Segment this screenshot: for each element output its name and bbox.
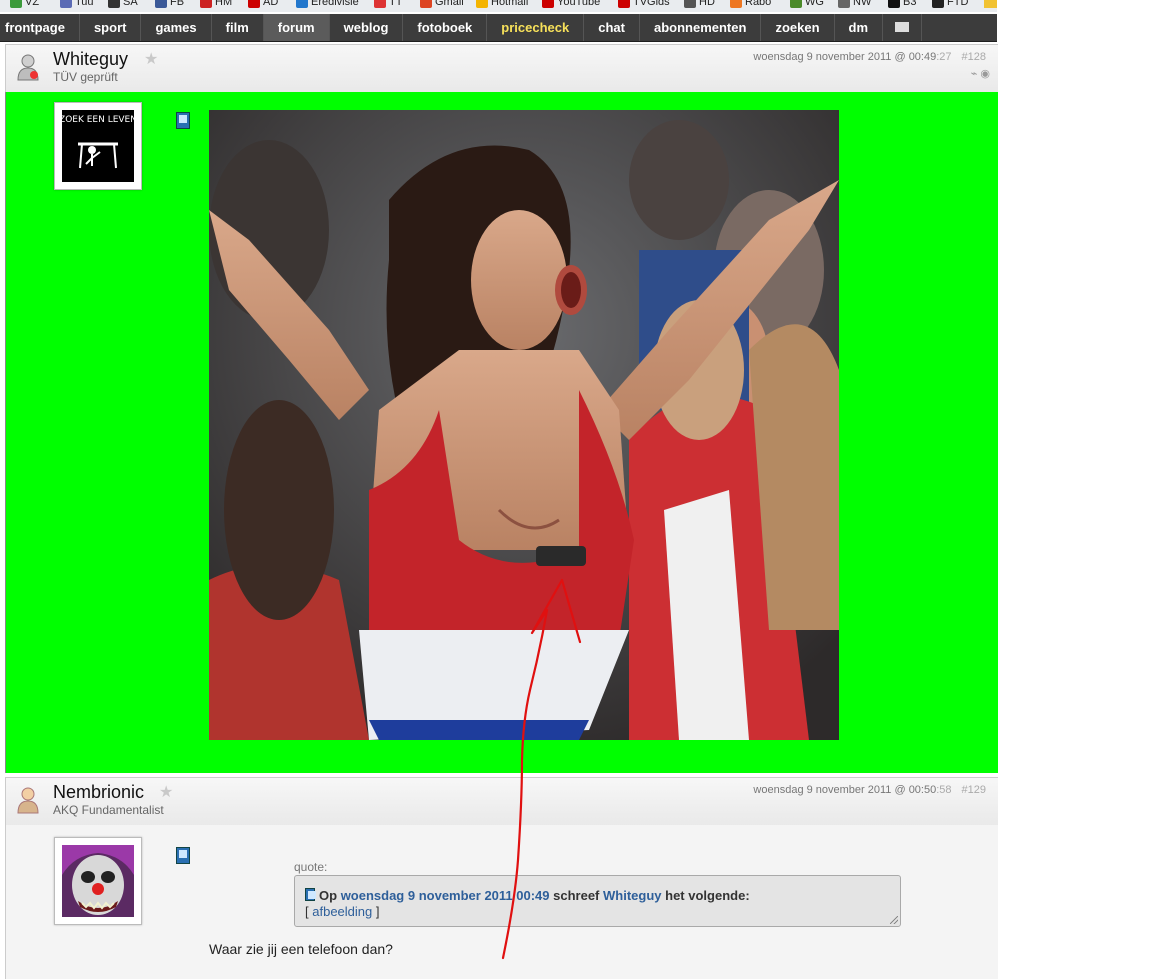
bookmark-item[interactable]: Tuu xyxy=(60,0,94,10)
tab-zoeken[interactable]: zoeken xyxy=(761,14,835,41)
vz-icon xyxy=(10,0,22,8)
avatar[interactable] xyxy=(54,837,142,925)
bookmark-item[interactable]: TVGids xyxy=(618,0,670,10)
bookmark-item[interactable]: Rabo xyxy=(730,0,771,10)
resize-grip-icon[interactable] xyxy=(890,916,898,924)
tab-fotoboek[interactable]: fotoboek xyxy=(403,14,488,41)
post-header: Whiteguy ★ TÜV geprüft woensdag 9 novemb… xyxy=(5,44,998,93)
bookmark-item[interactable]: Gmail xyxy=(420,0,464,10)
bookmark-item[interactable]: WG xyxy=(790,0,824,10)
tab-pricecheck[interactable]: pricecheck xyxy=(487,14,585,41)
avatar[interactable]: ZOEK EEN LEVEN xyxy=(54,102,142,190)
quote-label: quote: xyxy=(294,860,328,874)
tuu-icon xyxy=(60,0,72,8)
image-link[interactable]: afbeelding xyxy=(312,904,372,919)
post-number[interactable]: #128 xyxy=(962,51,986,63)
sa-icon xyxy=(108,0,120,8)
ad-icon xyxy=(248,0,260,8)
bookmark-item[interactable]: NW xyxy=(838,0,871,10)
bookmark-folder-icon[interactable] xyxy=(984,0,997,8)
avatar-image: ZOEK EEN LEVEN xyxy=(59,110,137,182)
facebook-icon xyxy=(155,0,167,8)
bookmark-item[interactable]: YouTube xyxy=(542,0,600,10)
user-title: TÜV geprüft xyxy=(53,70,118,84)
star-icon[interactable]: ★ xyxy=(159,782,173,802)
post-header: Nembrionic ★ AKQ Fundamentalist woensdag… xyxy=(5,777,998,826)
bookmark-item[interactable]: Eredivisie xyxy=(296,0,359,10)
post-actions: ⌁ ◉ xyxy=(971,67,990,80)
report-icon[interactable]: ◉ xyxy=(980,68,990,80)
quote-header: Op woensdag 9 november 2011 00:49 schree… xyxy=(305,887,750,903)
tab-abonnementen[interactable]: abonnementen xyxy=(640,14,762,41)
bookmark-item[interactable]: VZ xyxy=(10,0,39,10)
envelope-icon xyxy=(895,22,910,32)
ftd-icon xyxy=(932,0,944,8)
main-nav: frontpage sport games film forum weblog … xyxy=(0,14,997,42)
tab-frontpage[interactable]: frontpage xyxy=(0,14,80,41)
tt-icon xyxy=(374,0,386,8)
user-online-icon xyxy=(17,787,39,814)
bookmark-item[interactable]: HM xyxy=(200,0,232,10)
bookmark-item[interactable]: FTD xyxy=(932,0,968,10)
bookmark-item[interactable]: FB xyxy=(155,0,184,10)
quote-icon[interactable]: ⌁ xyxy=(971,68,978,80)
mobile-icon xyxy=(176,112,190,129)
post-date: woensdag 9 november 2011 @ 00:49:27 #128 xyxy=(753,51,986,63)
post-date: woensdag 9 november 2011 @ 00:50:58 #129 xyxy=(753,784,986,796)
nw-icon xyxy=(838,0,850,8)
youtube-icon xyxy=(542,0,554,8)
tab-dm[interactable]: dm xyxy=(835,14,884,41)
quote-date-link[interactable]: woensdag 9 november 2011 00:49 xyxy=(341,888,550,903)
bookmark-item[interactable]: SA xyxy=(108,0,138,10)
bookmark-item[interactable]: B3 xyxy=(888,0,916,10)
user-title: AKQ Fundamentalist xyxy=(53,803,164,817)
hotmail-icon xyxy=(476,0,488,8)
quote-content: [ afbeelding ] xyxy=(305,904,380,919)
b3-icon xyxy=(888,0,900,8)
rabo-icon xyxy=(730,0,742,8)
mobile-icon xyxy=(176,847,190,864)
hm-icon xyxy=(200,0,212,8)
tvgids-icon xyxy=(618,0,630,8)
bookmark-item[interactable]: AD xyxy=(248,0,278,10)
tab-forum[interactable]: forum xyxy=(263,14,330,41)
user-offline-icon xyxy=(17,54,39,81)
tab-film[interactable]: film xyxy=(212,14,264,41)
tab-sport[interactable]: sport xyxy=(80,14,142,41)
gmail-icon xyxy=(420,0,432,8)
bookmarks-bar: VZ Tuu SA FB HM AD Eredivisie TT Gmail H… xyxy=(0,0,997,12)
mobile-icon xyxy=(305,888,316,901)
hd-icon xyxy=(684,0,696,8)
wg-icon xyxy=(790,0,802,8)
username[interactable]: Whiteguy xyxy=(53,49,128,70)
post-number[interactable]: #129 xyxy=(962,784,986,796)
messages-button[interactable] xyxy=(883,14,923,41)
post-body: quote: Op woensdag 9 november 2011 00:49… xyxy=(5,825,998,979)
quote-box: Op woensdag 9 november 2011 00:49 schree… xyxy=(294,875,901,927)
tab-chat[interactable]: chat xyxy=(584,14,640,41)
tab-weblog[interactable]: weblog xyxy=(330,14,404,41)
bookmark-item[interactable]: HD xyxy=(684,0,715,10)
post-text: Waar zie jij een telefoon dan? xyxy=(209,941,393,957)
eredivisie-icon xyxy=(296,0,308,8)
avatar-caption: ZOEK EEN LEVEN xyxy=(62,115,134,125)
avatar-image xyxy=(62,845,134,917)
bookmark-item[interactable]: TT xyxy=(374,0,402,10)
post-body: ZOEK EEN LEVEN xyxy=(5,92,998,773)
bookmark-item[interactable]: Hotmail xyxy=(476,0,528,10)
star-icon[interactable]: ★ xyxy=(144,49,158,69)
tab-games[interactable]: games xyxy=(141,14,212,41)
quote-user-link[interactable]: Whiteguy xyxy=(603,888,662,903)
username[interactable]: Nembrionic xyxy=(53,782,144,803)
posted-image[interactable] xyxy=(209,110,839,740)
